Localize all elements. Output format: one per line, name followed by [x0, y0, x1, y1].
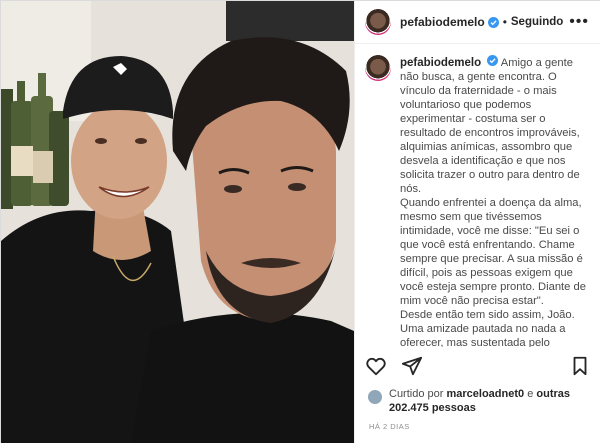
verified-badge-icon [487, 16, 499, 28]
following-button[interactable]: Seguindo [511, 16, 563, 28]
likes-prefix: Curtido por [389, 388, 447, 400]
heart-icon[interactable] [365, 355, 387, 377]
likes-middle: e [524, 388, 537, 400]
caption-paragraph-2: Quando enfrentei a doença da alma, mesmo… [400, 197, 586, 307]
caption-paragraph-1: Amigo a gente não busca, a gente encontr… [400, 57, 580, 195]
post-side-panel: pefabiodemelo • Seguindo ••• pefabiodeme… [354, 1, 600, 443]
liker-avatar[interactable] [367, 389, 383, 405]
caption-paragraph-3: Desde então tem sido assim, João. Uma am… [400, 309, 575, 347]
author-avatar[interactable] [365, 9, 391, 35]
header-separator: • [502, 15, 507, 29]
verified-badge-icon [487, 55, 499, 66]
more-options-icon[interactable]: ••• [569, 14, 589, 30]
post-actions [365, 353, 591, 379]
post-photo[interactable] [1, 1, 354, 443]
author-username[interactable]: pefabiodemelo [400, 15, 485, 29]
instagram-post: pefabiodemelo • Seguindo ••• pefabiodeme… [0, 0, 600, 443]
photo-illustration [1, 1, 354, 443]
likes-text: Curtido por marceloadnet0 e outras 202.4… [389, 387, 593, 415]
liker-username[interactable]: marceloadnet0 [446, 388, 524, 400]
caption-text: pefabiodemelo Amigo a gente não busca, a… [400, 55, 593, 347]
post-date[interactable]: HÁ 2 DIAS [369, 422, 410, 431]
share-icon[interactable] [401, 355, 423, 377]
likes-summary: Curtido por marceloadnet0 e outras 202.4… [367, 387, 593, 415]
author-info: pefabiodemelo • Seguindo [400, 15, 563, 29]
caption-author-avatar[interactable] [365, 55, 391, 81]
caption-username[interactable]: pefabiodemelo [400, 57, 481, 69]
caption-section: pefabiodemelo Amigo a gente não busca, a… [355, 45, 600, 347]
bookmark-icon[interactable] [569, 355, 591, 377]
post-header: pefabiodemelo • Seguindo ••• [355, 1, 600, 44]
